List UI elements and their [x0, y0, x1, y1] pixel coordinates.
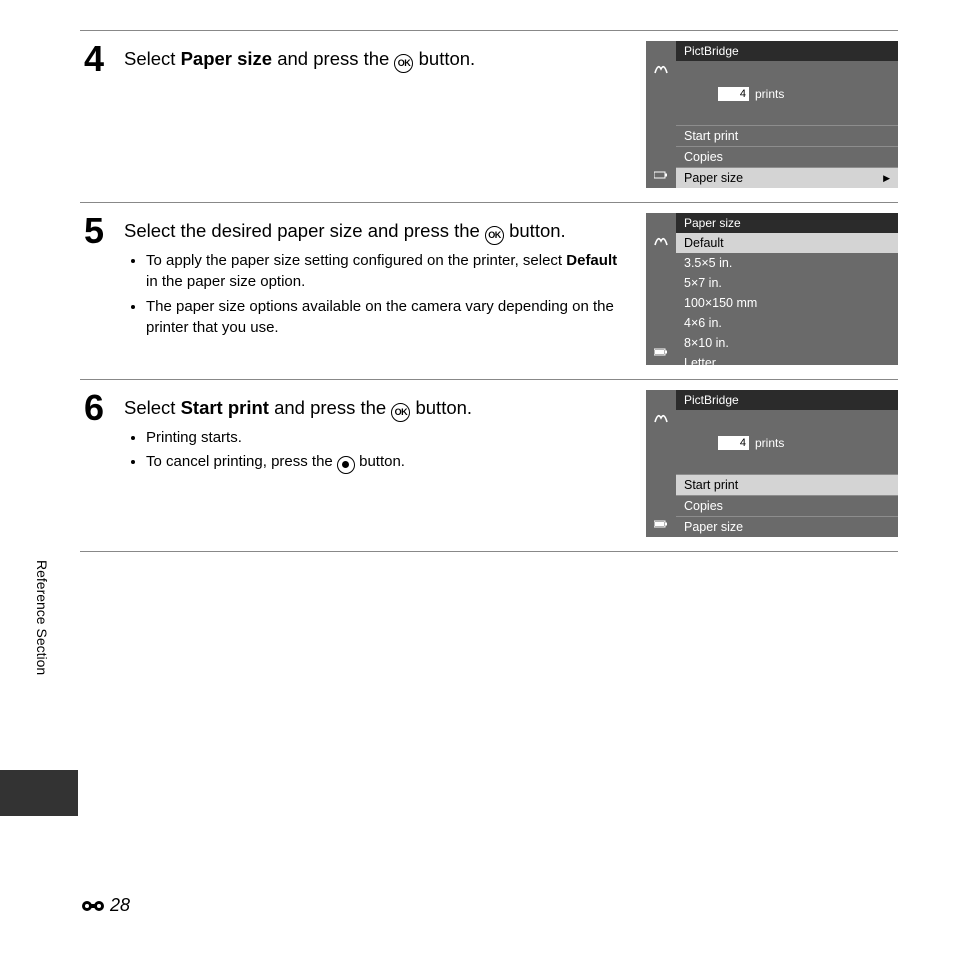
menu-start-print[interactable]: Start print [676, 474, 898, 495]
screen-menu: Start print Copies Paper size [676, 474, 898, 537]
step-number: 6 [80, 390, 108, 537]
menu-paper-size[interactable]: Paper size [676, 516, 898, 537]
size-default[interactable]: Default [676, 233, 898, 253]
note-item: To cancel printing, press the button. [146, 451, 630, 472]
note-item: Printing starts. [146, 427, 630, 448]
battery-icon [654, 345, 668, 359]
step-4: 4 Select Paper size and press the OK but… [80, 30, 898, 202]
step-notes: To apply the paper size setting configur… [146, 250, 630, 338]
screen-title: Paper size [676, 213, 898, 233]
pictbridge-icon [653, 408, 669, 427]
size-option[interactable]: Letter [676, 353, 898, 365]
menu-copies[interactable]: Copies [676, 146, 898, 167]
menu-start-print[interactable]: Start print [676, 125, 898, 146]
manual-page: 4 Select Paper size and press the OK but… [0, 0, 954, 552]
size-option[interactable]: 8×10 in. [676, 333, 898, 353]
battery-icon [654, 168, 668, 182]
step-heading: Select Paper size and press the OK butto… [124, 47, 630, 72]
step-6: 6 Select Start print and press the OK bu… [80, 379, 898, 551]
step-body: Select the desired paper size and press … [124, 213, 630, 365]
screen-title: PictBridge [676, 41, 898, 61]
size-option[interactable]: 100×150 mm [676, 293, 898, 313]
step-number: 5 [80, 213, 108, 365]
pictbridge-icon [653, 59, 669, 78]
cancel-button-icon [337, 456, 355, 474]
screen-title: PictBridge [676, 390, 898, 410]
step-body: Select Start print and press the OK butt… [124, 390, 630, 537]
camera-screen-2: Paper size Default 3.5×5 in. 5×7 in. 100… [646, 213, 898, 365]
battery-icon [654, 517, 668, 531]
menu-paper-size[interactable]: Paper size ▶ [676, 167, 898, 188]
section-label: Reference Section [34, 560, 50, 675]
size-option[interactable]: 5×7 in. [676, 273, 898, 293]
step-5: 5 Select the desired paper size and pres… [80, 202, 898, 379]
step-notes: Printing starts. To cancel printing, pre… [146, 427, 630, 473]
prints-indicator: 4 prints [676, 61, 898, 101]
page-footer: 28 [80, 895, 130, 916]
step-number: 4 [80, 41, 108, 188]
link-icon [80, 899, 106, 913]
step-heading: Select the desired paper size and press … [124, 219, 630, 244]
pictbridge-icon [653, 231, 669, 250]
ok-button-icon: OK [394, 54, 413, 73]
note-item: The paper size options available on the … [146, 296, 630, 339]
camera-screen-1: PictBridge 4 prints Start print Copies P [646, 41, 898, 188]
prints-indicator: 4 prints [676, 410, 898, 450]
page-number: 28 [110, 895, 130, 916]
camera-screen-3: PictBridge 4 prints Start print Copies P… [646, 390, 898, 537]
thumb-tab [0, 770, 78, 816]
step-heading: Select Start print and press the OK butt… [124, 396, 630, 421]
size-option[interactable]: 4×6 in. [676, 313, 898, 333]
paper-size-list: Default 3.5×5 in. 5×7 in. 100×150 mm 4×6… [676, 233, 898, 365]
ok-button-icon: OK [391, 403, 410, 422]
note-item: To apply the paper size setting configur… [146, 250, 630, 293]
screen-menu: Start print Copies Paper size ▶ [676, 125, 898, 188]
step-body: Select Paper size and press the OK butto… [124, 41, 630, 188]
chevron-right-icon: ▶ [883, 173, 890, 184]
menu-copies[interactable]: Copies [676, 495, 898, 516]
size-option[interactable]: 3.5×5 in. [676, 253, 898, 273]
ok-button-icon: OK [485, 226, 504, 245]
